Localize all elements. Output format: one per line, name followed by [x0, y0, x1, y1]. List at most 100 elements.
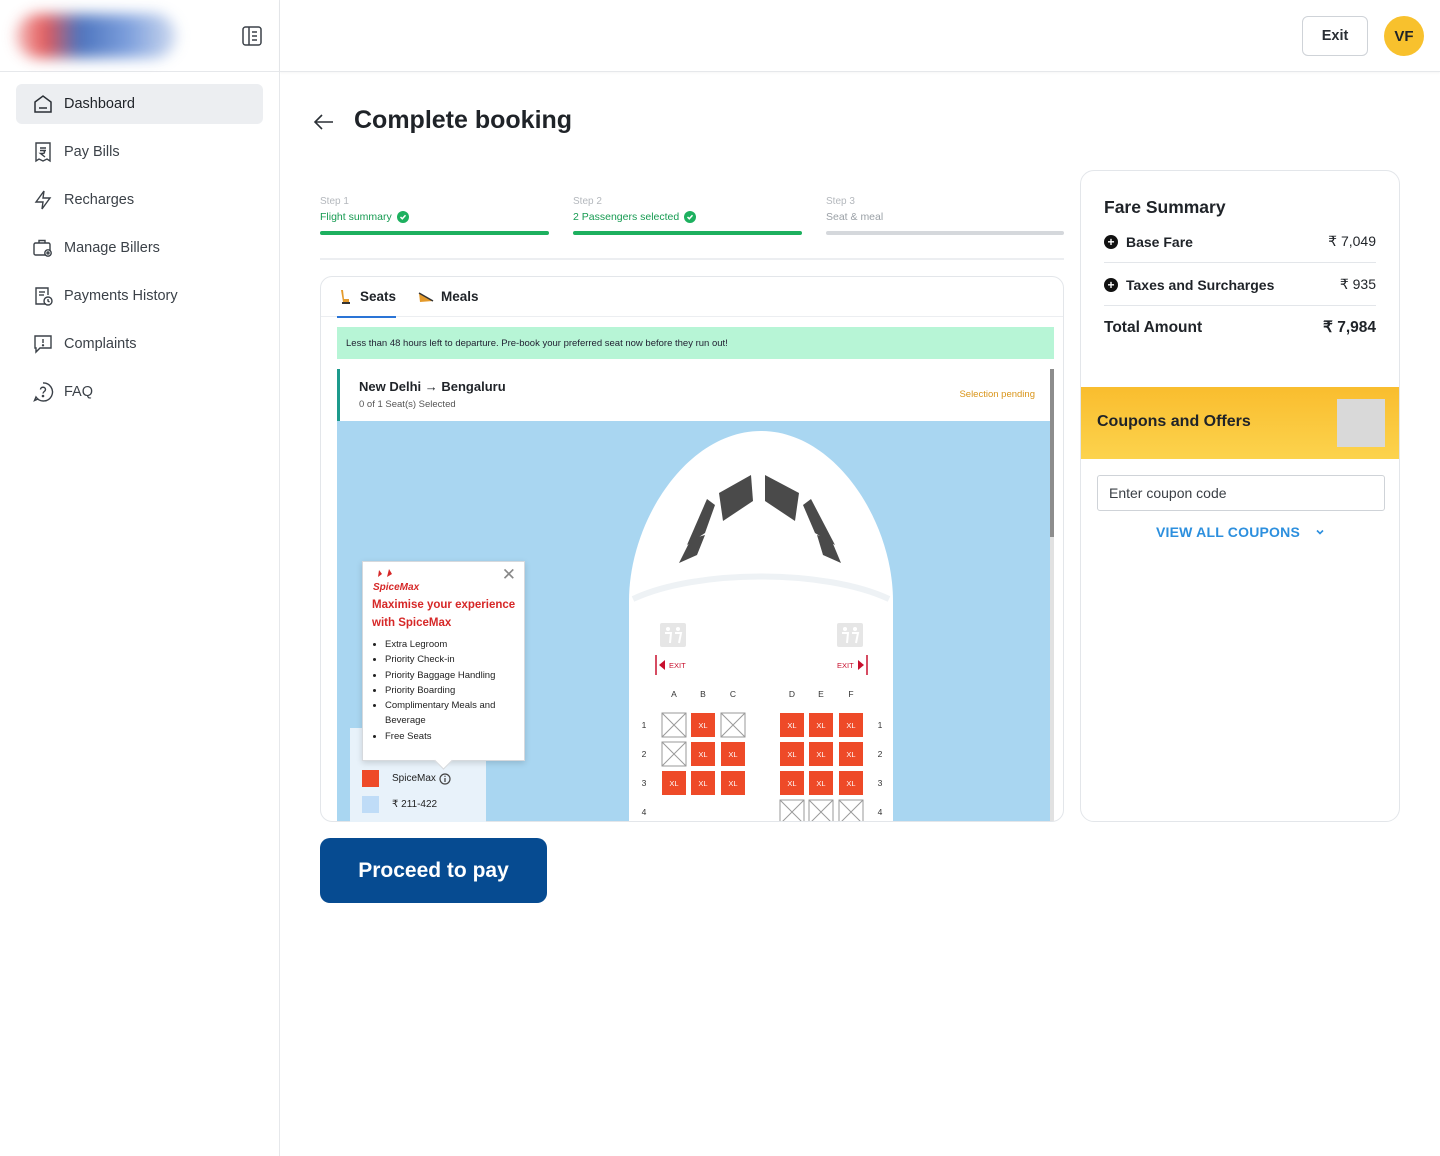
step-label: 2 Passengers selected: [573, 211, 697, 223]
seat-xl-label: XL: [816, 750, 825, 759]
seat-column-label: C: [730, 689, 736, 699]
sidebar-item-label: Recharges: [64, 192, 135, 208]
seat-xl-label: XL: [698, 721, 707, 730]
base-fare-label: Base Fare: [1126, 233, 1193, 250]
seat-xl[interactable]: XL: [780, 771, 804, 795]
seat-xl[interactable]: XL: [691, 771, 715, 795]
seat-xl-label: XL: [698, 750, 707, 759]
step-label: Flight summary: [320, 211, 409, 223]
close-icon[interactable]: ✕: [502, 565, 516, 585]
expand-plus-icon[interactable]: +: [1104, 234, 1118, 249]
seat-xl[interactable]: XL: [780, 742, 804, 766]
sidebar-item-label: FAQ: [64, 384, 94, 400]
fare-summary-card: Fare Summary + Base Fare ₹ 7,049 + Taxes a…: [1080, 170, 1400, 822]
popup-heading: Maximise your experience with SpiceMax: [372, 599, 516, 629]
tab-meals[interactable]: Meals: [418, 277, 479, 317]
selection-status: Selection pending: [959, 389, 1035, 400]
seat-xl[interactable]: XL: [839, 771, 863, 795]
seat-xl[interactable]: XL: [809, 771, 833, 795]
sidebar-item-dashboard[interactable]: Dashboard: [16, 84, 263, 124]
seat-xl[interactable]: XL: [780, 713, 804, 737]
sidebar-item-payments-history[interactable]: Payments History: [16, 276, 263, 316]
coupon-code-input[interactable]: [1097, 475, 1385, 511]
seat-xl[interactable]: XL: [691, 713, 715, 737]
taxes-row[interactable]: + Taxes and Surcharges ₹ 935: [1104, 276, 1376, 293]
seat-unavailable: [661, 712, 687, 738]
sidebar-item-complaints[interactable]: Complaints: [16, 324, 263, 364]
back-arrow-icon[interactable]: [312, 110, 336, 134]
message-alert-icon: [34, 335, 52, 354]
step-number: Step 1: [320, 196, 349, 207]
divider: [1104, 262, 1376, 263]
info-icon[interactable]: [439, 772, 451, 785]
sidebar-item-manage-billers[interactable]: Manage Billers: [16, 228, 263, 268]
seat-row-label: 2: [642, 749, 647, 759]
brand-logo[interactable]: [16, 14, 176, 58]
exit-button[interactable]: Exit: [1302, 16, 1368, 56]
base-fare-row[interactable]: + Base Fare ₹ 7,049: [1104, 233, 1376, 250]
legend-swatch: [362, 770, 379, 787]
spicemax-logo: SpiceMax: [373, 568, 419, 593]
seat-row-label: 4: [878, 807, 883, 817]
sidebar-item-pay-bills[interactable]: Pay Bills: [16, 132, 263, 172]
step-number: Step 3: [826, 196, 855, 207]
briefcase-gear-icon: [33, 239, 52, 257]
legend-swatch: [362, 796, 379, 813]
step-3: Step 3 Seat & meal: [826, 196, 883, 223]
seat-meal-tabs: Seats Meals: [321, 277, 1063, 318]
rupee-receipt-icon: [35, 142, 51, 163]
step-2-progress-bar: [573, 231, 802, 235]
legend-label: ₹ 211-422: [392, 799, 438, 810]
sidebar-collapse-icon[interactable]: [241, 25, 263, 47]
view-all-coupons-link[interactable]: VIEW ALL COUPONS: [1081, 524, 1399, 540]
route-title: New Delhi → Bengaluru: [359, 379, 506, 394]
step-2: Step 2 2 Passengers selected: [573, 196, 697, 223]
seat-xl-label: XL: [816, 721, 825, 730]
scrollbar-thumb[interactable]: [1050, 369, 1054, 537]
seat-row-label: 2: [878, 749, 883, 759]
seat-xl[interactable]: XL: [721, 742, 745, 766]
meal-icon: [418, 291, 434, 302]
avatar[interactable]: VF: [1384, 16, 1424, 56]
seat-unavailable: [779, 799, 805, 821]
benefit-item: Priority Check-in: [385, 652, 515, 667]
proceed-to-pay-button[interactable]: Proceed to pay: [320, 838, 547, 903]
sidebar-item-label: Complaints: [64, 336, 137, 352]
step-number: Step 2: [573, 196, 602, 207]
logo-area: [0, 0, 279, 72]
seat-xl[interactable]: XL: [839, 742, 863, 766]
seat-xl[interactable]: XL: [662, 771, 686, 795]
departure-notice: Less than 48 hours left to departure. Pr…: [337, 327, 1054, 359]
view-all-label: VIEW ALL COUPONS: [1156, 524, 1300, 540]
base-fare-value: ₹ 7,049: [1328, 233, 1376, 249]
seat-unavailable: [808, 799, 834, 821]
benefit-item: Extra Legroom: [385, 637, 515, 652]
sidebar-item-label: Payments History: [64, 288, 178, 304]
home-icon: [34, 95, 52, 113]
lavatory-icon: [837, 623, 863, 647]
tab-seats[interactable]: Seats: [337, 277, 397, 318]
seat-xl[interactable]: XL: [721, 771, 745, 795]
page-title: Complete booking: [354, 106, 573, 134]
divider: [1104, 305, 1376, 306]
check-icon: [684, 211, 697, 223]
seat-column-label: A: [671, 689, 677, 699]
step-label: Seat & meal: [826, 211, 884, 223]
coupon-image-placeholder: [1337, 399, 1385, 447]
seat-xl[interactable]: XL: [809, 742, 833, 766]
spicemax-brand-text: SpiceMax: [373, 582, 420, 593]
seat-xl[interactable]: XL: [691, 742, 715, 766]
taxes-label: Taxes and Surcharges: [1126, 276, 1275, 293]
sidebar-nav: Dashboard Pay Bills Recharges Manage Bil…: [0, 72, 279, 432]
seat-unavailable: [720, 712, 746, 738]
expand-plus-icon[interactable]: +: [1104, 277, 1118, 292]
benefit-item: Free Seats: [385, 729, 515, 744]
seat-xl[interactable]: XL: [839, 713, 863, 737]
spicemax-popup: SpiceMax ✕ Maximise your experience with…: [362, 561, 525, 761]
sidebar-item-faq[interactable]: FAQ: [16, 372, 263, 412]
seat-row-label: 4: [642, 807, 647, 817]
seat-xl[interactable]: XL: [809, 713, 833, 737]
divider: [320, 258, 1064, 260]
seat-xl-label: XL: [846, 779, 855, 788]
sidebar-item-recharges[interactable]: Recharges: [16, 180, 263, 220]
